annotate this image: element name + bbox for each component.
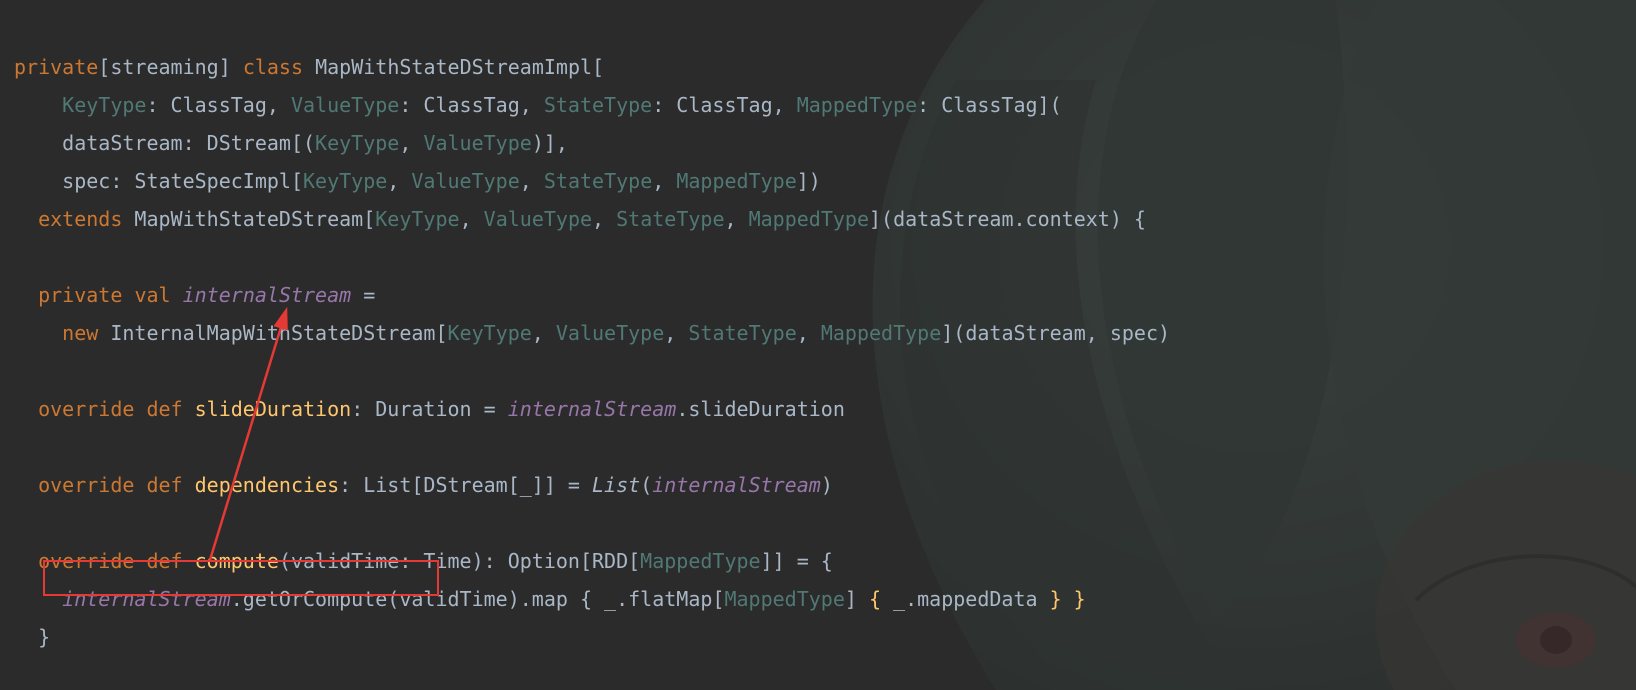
code-line-13 bbox=[14, 511, 26, 535]
code-line-8: new InternalMapWithStateDStream[KeyType,… bbox=[14, 321, 1170, 345]
code-line-5: extends MapWithStateDStream[KeyType, Val… bbox=[14, 207, 1146, 231]
code-line-15: internalStream.getOrCompute(validTime).m… bbox=[14, 587, 1086, 611]
code-line-2: KeyType: ClassTag, ValueType: ClassTag, … bbox=[14, 93, 1062, 117]
code-line-10: override def slideDuration: Duration = i… bbox=[14, 397, 845, 421]
code-line-11 bbox=[14, 435, 26, 459]
code-line-9 bbox=[14, 359, 26, 383]
code-line-16: } bbox=[14, 625, 50, 649]
code-line-3: dataStream: DStream[(KeyType, ValueType)… bbox=[14, 131, 568, 155]
code-line-7: private val internalStream = bbox=[14, 283, 375, 307]
code-line-14: override def compute(validTime: Time): O… bbox=[14, 549, 833, 573]
code-line-1: private[streaming] class MapWithStateDSt… bbox=[14, 55, 604, 79]
code-line-4: spec: StateSpecImpl[KeyType, ValueType, … bbox=[14, 169, 821, 193]
code-line-12: override def dependencies: List[DStream[… bbox=[14, 473, 833, 497]
code-line-6 bbox=[14, 245, 26, 269]
code-editor[interactable]: private[streaming] class MapWithStateDSt… bbox=[0, 0, 1636, 666]
